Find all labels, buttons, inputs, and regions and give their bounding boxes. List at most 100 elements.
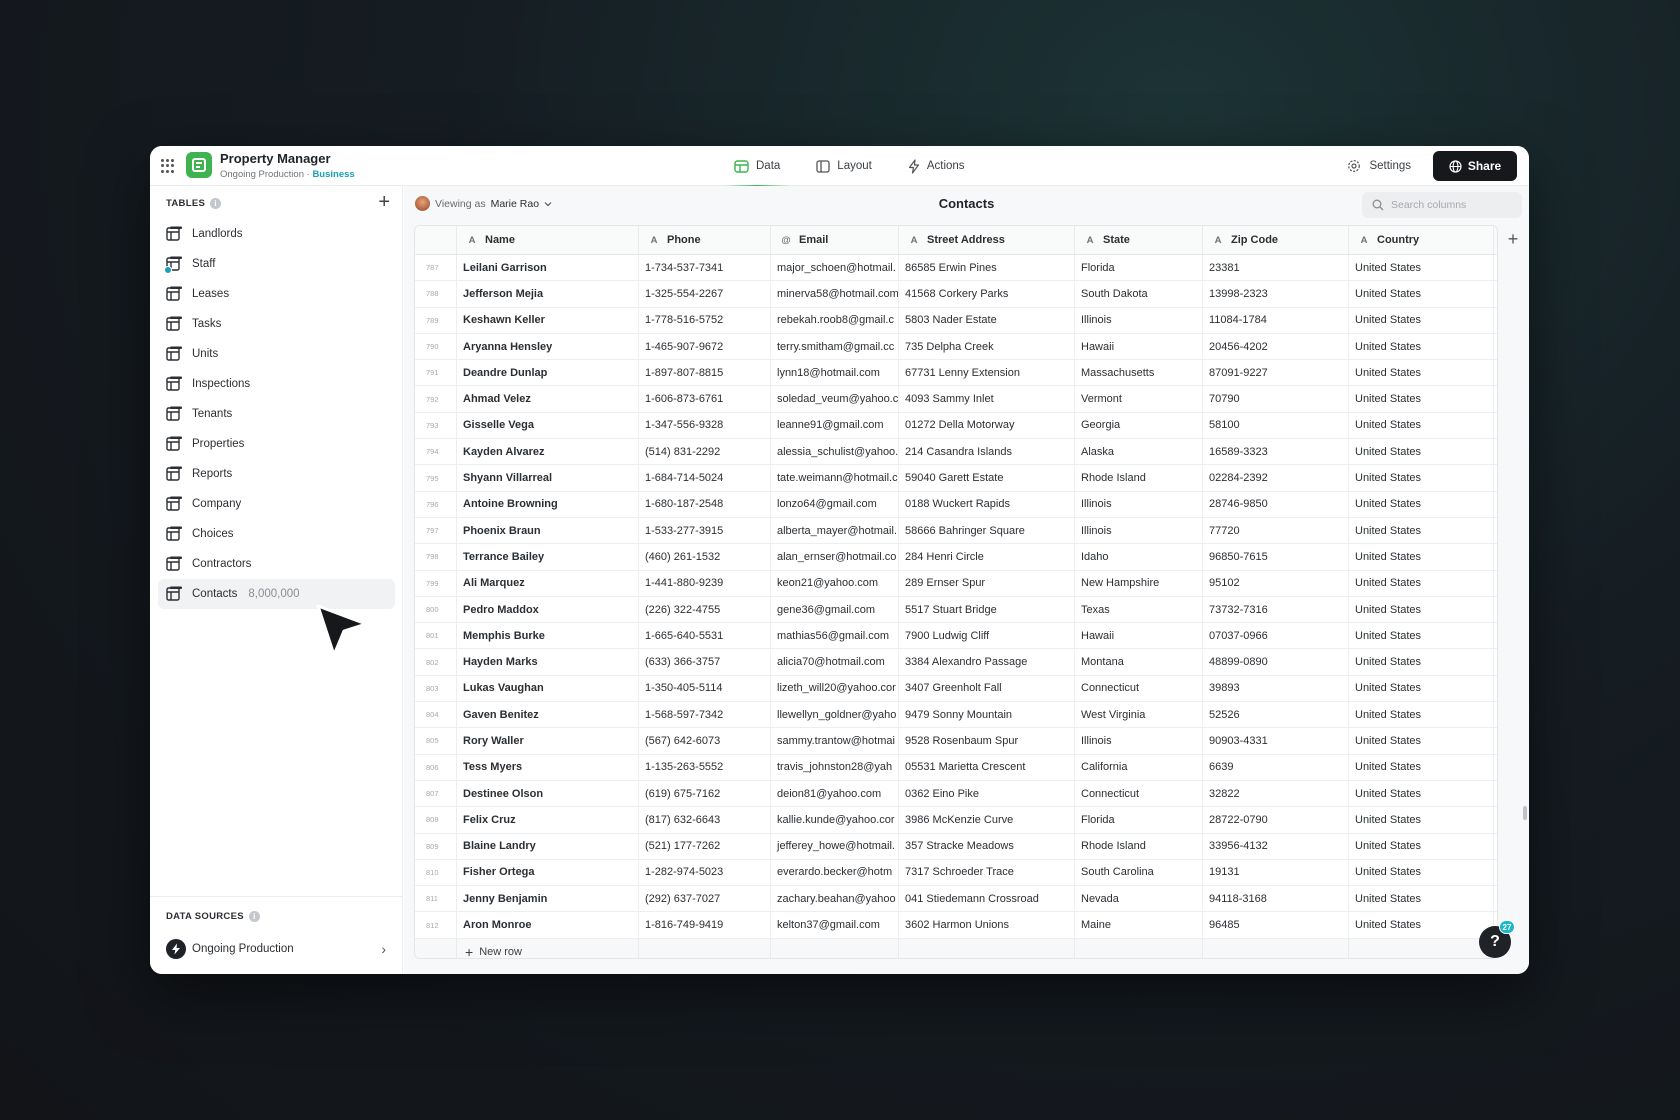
table-cell[interactable]: 86585 Erwin Pines (899, 255, 1075, 281)
table-cell[interactable]: Phoenix Braun (457, 517, 639, 544)
table-cell[interactable]: 1-282-974-5023 (639, 859, 771, 886)
sidebar-item-leases[interactable]: Leases (158, 279, 395, 309)
table-cell[interactable]: alan_ernser@hotmail.co (771, 544, 899, 570)
table-cell[interactable]: Terrance Bailey (457, 544, 639, 570)
table-cell[interactable]: Hawaii (1075, 333, 1203, 360)
table-cell[interactable]: 3384 Alexandro Passage (899, 649, 1075, 675)
table-cell[interactable]: 1-897-807-8815 (639, 360, 771, 386)
sidebar-item-contractors[interactable]: Contractors (158, 549, 395, 579)
column-header-email[interactable]: @ Email (771, 226, 899, 254)
table-cell[interactable]: 1-816-749-9419 (639, 912, 771, 938)
sidebar-item-choices[interactable]: Choices (158, 519, 395, 549)
table-cell[interactable]: 041 Stiedemann Crossroad (899, 886, 1075, 912)
table-cell[interactable]: mathias56@gmail.com (771, 623, 899, 649)
table-cell[interactable]: United States (1349, 439, 1494, 465)
table-cell[interactable]: 41568 Corkery Parks (899, 281, 1075, 307)
table-cell[interactable]: United States (1349, 360, 1494, 386)
table-cell[interactable]: United States (1349, 807, 1494, 833)
table-cell[interactable]: 289 Ernser Spur (899, 570, 1075, 596)
table-cell[interactable]: 1-568-597-7342 (639, 702, 771, 728)
table-cell[interactable]: lynn18@hotmail.com (771, 360, 899, 386)
table-cell[interactable]: soledad_veum@yahoo.c (771, 386, 899, 412)
table-cell[interactable]: 02284-2392 (1203, 465, 1349, 491)
table-cell[interactable]: Jefferson Mejia (457, 281, 639, 307)
table-cell[interactable]: 73732-7316 (1203, 596, 1349, 623)
table-cell[interactable]: United States (1349, 412, 1494, 439)
table-cell[interactable]: Felix Cruz (457, 807, 639, 833)
table-row[interactable]: 808 Felix Cruz (817) 632-6643 kallie.kunde@… (415, 807, 1497, 834)
table-cell[interactable]: 6639 (1203, 754, 1349, 780)
table-row[interactable]: 798 Terrance Bailey (460) 261-1532 alan_ern… (415, 544, 1497, 571)
table-cell[interactable]: (514) 831-2292 (639, 439, 771, 465)
table-cell[interactable]: United States (1349, 333, 1494, 360)
table-cell[interactable]: Illinois (1075, 728, 1203, 754)
table-cell[interactable]: Fisher Ortega (457, 859, 639, 886)
table-cell[interactable]: travis_johnston28@yah (771, 754, 899, 780)
column-header-name[interactable]: A Name (457, 226, 639, 254)
table-cell[interactable]: Pedro Maddox (457, 596, 639, 623)
table-cell[interactable]: Destinee Olson (457, 780, 639, 807)
new-row-button[interactable]: + New row (457, 938, 639, 958)
sidebar-item-landlords[interactable]: Landlords (158, 219, 395, 249)
table-cell[interactable]: 357 Stracke Meadows (899, 833, 1075, 859)
table-cell[interactable]: 48899-0890 (1203, 649, 1349, 675)
table-cell[interactable]: lizeth_will20@yahoo.cor (771, 675, 899, 702)
table-cell[interactable]: 1-734-537-7341 (639, 255, 771, 281)
table-cell[interactable]: 28722-0790 (1203, 807, 1349, 833)
table-cell[interactable]: tate.weimann@hotmail.c (771, 465, 899, 491)
table-cell[interactable]: Florida (1075, 807, 1203, 833)
table-cell[interactable]: Georgia (1075, 412, 1203, 439)
nav-layout[interactable]: Layout (802, 146, 886, 186)
table-cell[interactable]: 39893 (1203, 675, 1349, 702)
table-cell[interactable]: Texas (1075, 596, 1203, 623)
table-cell[interactable]: keon21@yahoo.com (771, 570, 899, 596)
sidebar-item-staff[interactable]: Staff (158, 249, 395, 279)
table-row[interactable]: 791 Deandre Dunlap 1-897-807-8815 lynn18@ho… (415, 360, 1497, 387)
add-column-button[interactable]: + (1498, 225, 1528, 254)
table-cell[interactable]: New Hampshire (1075, 570, 1203, 596)
data-source-item[interactable]: Ongoing Production › (166, 937, 386, 961)
table-cell[interactable]: 33956-4132 (1203, 833, 1349, 859)
table-cell[interactable]: Rhode Island (1075, 465, 1203, 491)
table-cell[interactable]: 1-606-873-6761 (639, 386, 771, 412)
table-cell[interactable]: Lukas Vaughan (457, 675, 639, 702)
table-cell[interactable]: United States (1349, 544, 1494, 570)
table-cell[interactable]: Vermont (1075, 386, 1203, 412)
table-row[interactable]: 790 Aryanna Hensley 1-465-907-9672 terry.sm… (415, 333, 1497, 361)
nav-data[interactable]: Data (720, 146, 794, 187)
sidebar-item-inspections[interactable]: Inspections (158, 369, 395, 399)
table-cell[interactable]: United States (1349, 491, 1494, 517)
table-cell[interactable]: Rhode Island (1075, 833, 1203, 859)
table-cell[interactable]: 90903-4331 (1203, 728, 1349, 754)
table-cell[interactable]: 23381 (1203, 255, 1349, 281)
table-cell[interactable]: Gisselle Vega (457, 412, 639, 439)
table-cell[interactable]: gene36@gmail.com (771, 596, 899, 623)
sidebar-item-company[interactable]: Company (158, 489, 395, 519)
table-cell[interactable]: Connecticut (1075, 780, 1203, 807)
table-cell[interactable]: Antoine Browning (457, 491, 639, 517)
table-cell[interactable]: 1-135-263-5552 (639, 754, 771, 780)
table-cell[interactable]: 67731 Lenny Extension (899, 360, 1075, 386)
table-cell[interactable]: 70790 (1203, 386, 1349, 412)
table-cell[interactable]: 11084-1784 (1203, 307, 1349, 333)
table-cell[interactable]: 1-778-516-5752 (639, 307, 771, 333)
table-cell[interactable]: 1-347-556-9328 (639, 412, 771, 439)
table-cell[interactable]: United States (1349, 859, 1494, 886)
table-cell[interactable]: South Carolina (1075, 859, 1203, 886)
table-cell[interactable]: 87091-9227 (1203, 360, 1349, 386)
table-cell[interactable]: Hayden Marks (457, 649, 639, 675)
table-row[interactable]: 787 Leilani Garrison 1-734-537-7341 major_s… (415, 255, 1497, 282)
table-cell[interactable]: Connecticut (1075, 675, 1203, 702)
table-cell[interactable]: deion81@yahoo.com (771, 780, 899, 807)
help-button[interactable]: ? 27 (1479, 920, 1515, 958)
nav-actions[interactable]: Actions (894, 146, 979, 186)
table-cell[interactable]: 77720 (1203, 517, 1349, 544)
table-cell[interactable]: United States (1349, 386, 1494, 412)
table-cell[interactable]: alessia_schulist@yahoo. (771, 439, 899, 465)
table-cell[interactable]: 96485 (1203, 912, 1349, 938)
app-grid-icon[interactable] (161, 159, 175, 173)
table-cell[interactable]: 7317 Schroeder Trace (899, 859, 1075, 886)
table-cell[interactable]: kelton37@gmail.com (771, 912, 899, 938)
table-cell[interactable]: California (1075, 754, 1203, 780)
table-row[interactable]: 792 Ahmad Velez 1-606-873-6761 soledad_veum… (415, 386, 1497, 413)
